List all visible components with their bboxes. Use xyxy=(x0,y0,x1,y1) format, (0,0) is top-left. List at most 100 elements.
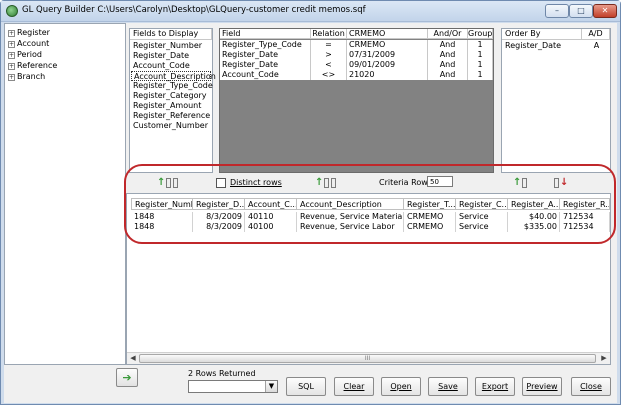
distinct-rows-checkbox[interactable] xyxy=(216,178,226,188)
list-item[interactable]: Customer_Number xyxy=(131,121,211,131)
column-header[interactable]: A/D xyxy=(582,29,610,40)
criteria-field-cell[interactable]: Register_Date xyxy=(220,50,311,60)
expand-icon[interactable]: + xyxy=(8,63,15,70)
move-column-icon[interactable]: ↓ xyxy=(552,177,580,189)
criteria-group-cell[interactable]: 1 xyxy=(468,60,493,70)
table-tree[interactable]: + Register + Account + Period + Reference + B… xyxy=(4,23,126,365)
clear-button[interactable]: Clear xyxy=(334,377,374,396)
save-button[interactable]: Save xyxy=(428,377,468,396)
run-query-button[interactable]: ➔ xyxy=(116,368,138,387)
table-cell[interactable]: 40100 xyxy=(245,222,297,232)
table-cell[interactable]: 8/3/2009 xyxy=(193,212,245,222)
table-cell[interactable]: CRMEMO xyxy=(404,212,456,222)
table-cell[interactable]: CRMEMO xyxy=(404,222,456,232)
column-header[interactable]: Register_R... xyxy=(560,198,610,210)
table-cell[interactable]: $40.00 xyxy=(508,212,560,222)
scroll-thumb[interactable]: III xyxy=(139,354,596,363)
tree-item-branch[interactable]: + Branch xyxy=(8,72,45,83)
column-header[interactable]: And/Or xyxy=(428,29,468,39)
criteria-relation-cell[interactable]: < xyxy=(311,60,347,70)
table-row[interactable]: Register_Type_Code = CRMEMO And 1 xyxy=(220,40,493,50)
move-column-icon[interactable]: ↑ xyxy=(315,177,343,189)
table-cell[interactable]: Service xyxy=(456,212,508,222)
criteria-relation-cell[interactable]: = xyxy=(311,40,347,50)
criteria-field-cell[interactable]: Account_Code xyxy=(220,70,311,80)
criteria-field-cell[interactable]: Register_Type_Code xyxy=(220,40,311,50)
criteria-value-cell[interactable]: 09/01/2009 xyxy=(347,60,428,70)
table-row[interactable]: Register_Date > 07/31/2009 And 1 xyxy=(220,50,493,60)
table-row[interactable]: 1848 8/3/2009 40110 Revenue, Service Mat… xyxy=(127,212,612,222)
column-header[interactable]: Register_D... xyxy=(193,198,245,210)
table-cell[interactable]: 712534 xyxy=(560,212,610,222)
expand-icon[interactable]: + xyxy=(8,52,15,59)
column-header[interactable]: Register_T... xyxy=(404,198,456,210)
minimize-button[interactable]: – xyxy=(545,4,569,18)
criteria-andor-cell[interactable]: And xyxy=(428,70,468,80)
horizontal-scrollbar[interactable]: ◀ III ▶ xyxy=(127,352,610,364)
list-item[interactable]: Account_Code xyxy=(131,61,211,71)
chevron-down-icon[interactable]: ▼ xyxy=(265,381,277,392)
table-row[interactable]: Register_Date A xyxy=(502,41,610,51)
criteria-group-cell[interactable]: 1 xyxy=(468,50,493,60)
list-item[interactable]: Register_Number xyxy=(131,41,211,51)
table-cell[interactable]: Revenue, Service Labor xyxy=(297,222,404,232)
table-row[interactable]: Account_Code <> 21020 And 1 xyxy=(220,70,493,80)
export-button[interactable]: Export xyxy=(475,377,515,396)
list-item[interactable]: Register_Amount xyxy=(131,101,211,111)
order-by-grid[interactable]: Order By A/D Register_Date A xyxy=(501,28,611,173)
criteria-rows-input[interactable] xyxy=(427,176,453,187)
criteria-relation-cell[interactable]: <> xyxy=(311,70,347,80)
table-cell[interactable]: Revenue, Service Materials xyxy=(297,212,404,222)
criteria-grid[interactable]: Field Relation CRMEMO And/Or Group Regis… xyxy=(219,28,494,173)
list-item[interactable]: Register_Reference xyxy=(131,111,211,121)
table-cell[interactable]: $335.00 xyxy=(508,222,560,232)
tree-item-period[interactable]: + Period xyxy=(8,50,42,61)
table-cell[interactable]: Service xyxy=(456,222,508,232)
criteria-andor-cell[interactable]: And xyxy=(428,50,468,60)
criteria-group-cell[interactable]: 1 xyxy=(468,40,493,50)
table-cell[interactable]: 712534 xyxy=(560,222,610,232)
query-combo[interactable]: ▼ xyxy=(188,380,278,393)
column-header[interactable]: Register_Number xyxy=(131,198,193,210)
order-direction-cell[interactable]: A xyxy=(582,41,610,51)
criteria-value-cell[interactable]: 21020 xyxy=(347,70,428,80)
criteria-value-cell[interactable]: 07/31/2009 xyxy=(347,50,428,60)
expand-icon[interactable]: + xyxy=(8,41,15,48)
column-header[interactable]: Relation xyxy=(311,29,347,39)
tree-item-account[interactable]: + Account xyxy=(8,39,49,50)
list-item-selected[interactable]: Account_Description xyxy=(131,71,216,81)
sql-button[interactable]: SQL xyxy=(286,377,326,396)
results-grid[interactable]: Register_Number Register_D... Account_C.… xyxy=(126,193,611,365)
scroll-left-icon[interactable]: ◀ xyxy=(127,353,139,364)
list-item[interactable]: Register_Category xyxy=(131,91,211,101)
column-header[interactable]: CRMEMO xyxy=(347,29,428,39)
list-item[interactable]: Register_Type_Code xyxy=(131,81,213,91)
close-window-button[interactable]: ✕ xyxy=(593,4,617,18)
criteria-group-cell[interactable]: 1 xyxy=(468,70,493,80)
criteria-field-cell[interactable]: Register_Date xyxy=(220,60,311,70)
table-cell[interactable]: 8/3/2009 xyxy=(193,222,245,232)
column-header[interactable]: Account_Description xyxy=(297,198,404,210)
criteria-andor-cell[interactable]: And xyxy=(428,40,468,50)
criteria-relation-cell[interactable]: > xyxy=(311,50,347,60)
preview-button[interactable]: Preview xyxy=(522,377,562,396)
move-column-icon[interactable]: ↑ xyxy=(157,177,185,189)
maximize-button[interactable]: □ xyxy=(569,4,593,18)
column-header[interactable]: Account_C... xyxy=(245,198,297,210)
order-field-cell[interactable]: Register_Date xyxy=(502,41,582,51)
table-cell[interactable]: 40110 xyxy=(245,212,297,222)
title-bar[interactable]: GL Query Builder C:\Users\Carolyn\Deskto… xyxy=(1,1,620,22)
table-row[interactable]: 1848 8/3/2009 40100 Revenue, Service Lab… xyxy=(127,222,612,232)
table-cell[interactable]: 1848 xyxy=(131,222,193,232)
move-column-icon[interactable]: ↑ xyxy=(513,177,541,189)
table-cell[interactable]: 1848 xyxy=(131,212,193,222)
fields-to-display-list[interactable]: Fields to Display Register_Number Regist… xyxy=(129,28,216,173)
list-item[interactable]: Register_Date xyxy=(131,51,211,61)
column-header[interactable]: Group xyxy=(468,29,493,39)
tree-item-register[interactable]: + Register xyxy=(8,28,50,39)
expand-icon[interactable]: + xyxy=(8,30,15,37)
table-row[interactable]: Register_Date < 09/01/2009 And 1 xyxy=(220,60,493,70)
expand-icon[interactable]: + xyxy=(8,74,15,81)
close-button[interactable]: Close xyxy=(571,377,611,396)
column-header[interactable]: Register_C... xyxy=(456,198,508,210)
